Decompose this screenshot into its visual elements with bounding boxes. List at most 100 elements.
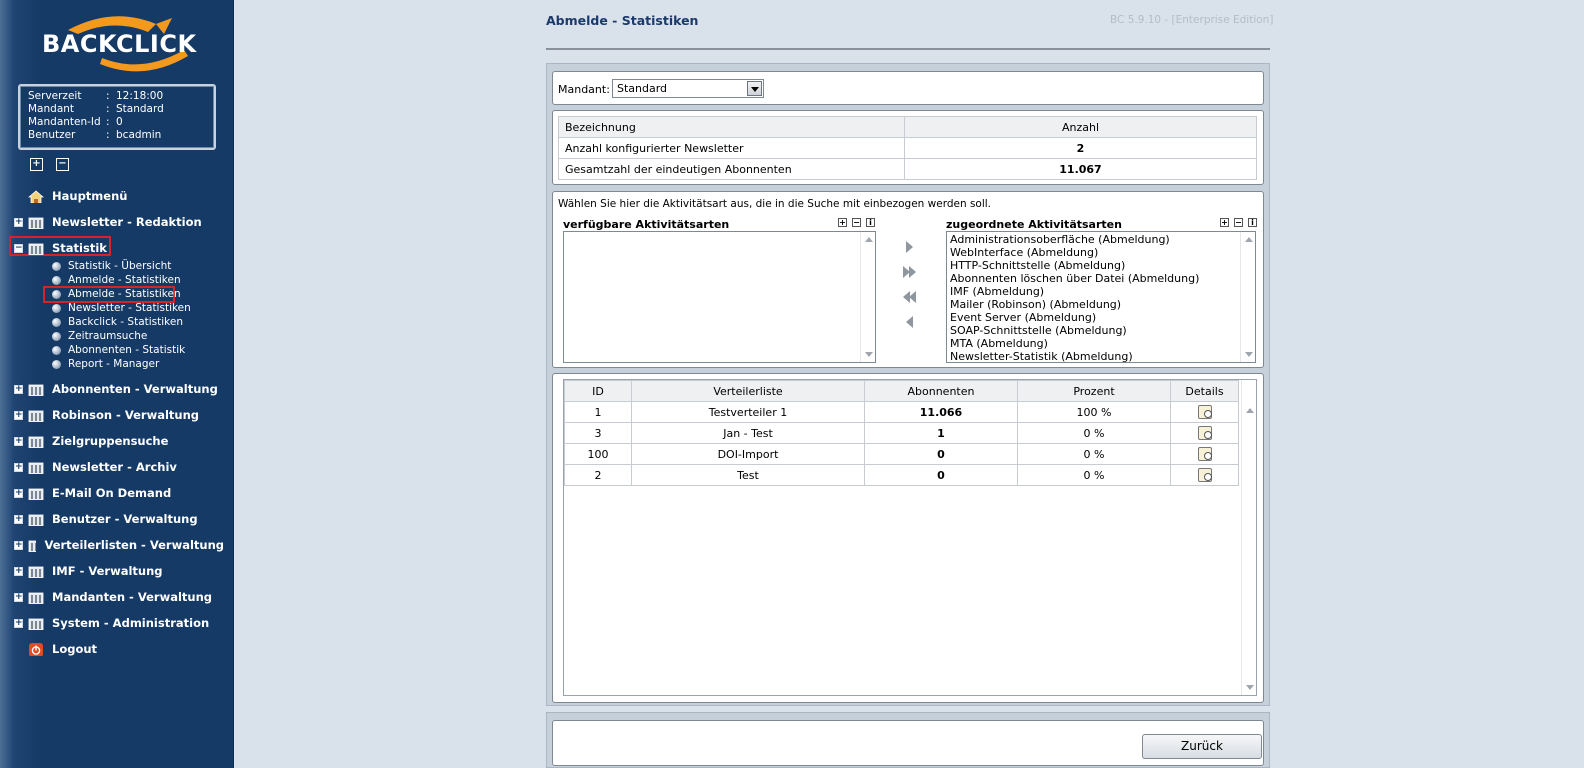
- col-prozent[interactable]: Prozent: [1017, 380, 1171, 402]
- assigned-activity-option[interactable]: Administrationsoberfläche (Abmeldung): [950, 233, 1252, 246]
- details-icon[interactable]: [1197, 447, 1212, 461]
- assigned-activity-option[interactable]: Newsletter-Statistik (Abmeldung): [950, 350, 1252, 363]
- assigned-activity-option[interactable]: WebInterface (Abmeldung): [950, 246, 1252, 259]
- nav-subitem[interactable]: Statistik - Übersicht: [52, 259, 171, 273]
- scrollbar[interactable]: [860, 232, 875, 362]
- details-icon[interactable]: [1197, 405, 1212, 419]
- info-value: bcadmin: [116, 129, 162, 141]
- nav-item[interactable]: + Abonnenten - Verwaltung: [14, 379, 224, 399]
- col-id[interactable]: ID: [564, 380, 632, 402]
- available-expand-icon[interactable]: +: [838, 218, 847, 227]
- expand-icon[interactable]: +: [14, 618, 23, 628]
- assigned-activity-option[interactable]: HTTP-Schnittstelle (Abmeldung): [950, 259, 1252, 272]
- nav-item[interactable]: + System - Administration: [14, 613, 224, 633]
- collapse-all-button[interactable]: −: [56, 158, 69, 171]
- bullet-icon: [52, 359, 61, 369]
- move-all-right-button[interactable]: [903, 266, 917, 280]
- table-row[interactable]: 100 DOI-Import 0 0 %: [564, 443, 1239, 465]
- scroll-down-icon[interactable]: [1246, 685, 1254, 690]
- nav-subitem[interactable]: Report - Manager: [52, 357, 159, 371]
- nav-item[interactable]: + IMF - Verwaltung: [14, 561, 224, 581]
- expand-icon[interactable]: +: [14, 410, 23, 420]
- table-row[interactable]: 3 Jan - Test 1 0 %: [564, 422, 1239, 444]
- nav-item[interactable]: + Verteilerlisten - Verwaltung: [14, 535, 224, 555]
- nav-item[interactable]: + Benutzer - Verwaltung: [14, 509, 224, 529]
- mandant-select[interactable]: Standard: [612, 79, 764, 98]
- nav-subitem[interactable]: Backclick - Statistiken: [52, 315, 183, 329]
- move-right-button[interactable]: [906, 241, 920, 255]
- collapse-icon[interactable]: −: [14, 243, 23, 253]
- assigned-activities-list[interactable]: Administrationsoberfläche (Abmeldung) Web…: [946, 231, 1256, 363]
- assigned-expand-icon[interactable]: +: [1220, 218, 1229, 227]
- scroll-up-icon[interactable]: [1246, 408, 1254, 413]
- details-icon[interactable]: [1197, 468, 1212, 482]
- scroll-up-icon[interactable]: [1245, 237, 1253, 242]
- col-details[interactable]: Details: [1170, 380, 1239, 402]
- assigned-activity-option[interactable]: Mailer (Robinson) (Abmeldung): [950, 298, 1252, 311]
- expand-icon[interactable]: +: [14, 540, 23, 550]
- cell-details[interactable]: [1170, 464, 1239, 486]
- lists-scrollbar[interactable]: [1241, 380, 1256, 695]
- expand-icon[interactable]: +: [14, 462, 23, 472]
- expand-all-button[interactable]: +: [30, 158, 43, 171]
- nav-item[interactable]: − Statistik: [14, 238, 224, 258]
- nav-item[interactable]: + Newsletter - Redaktion: [14, 212, 224, 232]
- bullet-icon: [52, 275, 61, 285]
- table-row[interactable]: 2 Test 0 0 %: [564, 464, 1239, 486]
- folder-icon: [28, 217, 44, 229]
- assigned-info-icon[interactable]: i: [1248, 218, 1257, 227]
- folder-icon: [28, 592, 44, 604]
- nav-subitem-label: Statistik - Übersicht: [68, 260, 172, 272]
- assigned-activity-option[interactable]: Event Server (Abmeldung): [950, 311, 1252, 324]
- expand-icon[interactable]: +: [14, 217, 23, 227]
- nav-subitem[interactable]: Abmelde - Statistiken: [52, 287, 181, 301]
- table-row[interactable]: 1 Testverteiler 1 11.066 100 %: [564, 401, 1239, 423]
- cell-details[interactable]: [1170, 443, 1239, 465]
- nav-subitem[interactable]: Zeitraumsuche: [52, 329, 147, 343]
- nav-item[interactable]: + Newsletter - Archiv: [14, 457, 224, 477]
- assigned-activity-option[interactable]: SOAP-Schnittstelle (Abmeldung): [950, 324, 1252, 337]
- expand-icon[interactable]: +: [14, 488, 23, 498]
- expand-icon[interactable]: +: [14, 592, 23, 602]
- scrollbar[interactable]: [1240, 232, 1255, 362]
- scroll-down-icon[interactable]: [1245, 352, 1253, 357]
- expand-icon[interactable]: +: [14, 514, 23, 524]
- move-all-left-button[interactable]: [903, 291, 917, 305]
- available-collapse-icon[interactable]: −: [852, 218, 861, 227]
- available-info-icon[interactable]: i: [866, 218, 875, 227]
- assigned-collapse-icon[interactable]: −: [1234, 218, 1243, 227]
- assigned-activity-option[interactable]: MTA (Abmeldung): [950, 337, 1252, 350]
- move-left-button[interactable]: [906, 316, 920, 330]
- nav-item[interactable]: + E-Mail On Demand: [14, 483, 224, 503]
- nav-subitem[interactable]: Anmelde - Statistiken: [52, 273, 181, 287]
- nav-item[interactable]: + Mandanten - Verwaltung: [14, 587, 224, 607]
- nav-subitem[interactable]: Abonnenten - Statistik: [52, 343, 185, 357]
- available-activities-list[interactable]: [563, 231, 876, 363]
- cell-details[interactable]: [1170, 401, 1239, 423]
- assigned-activity-option[interactable]: IMF (Abmeldung): [950, 285, 1252, 298]
- expand-icon[interactable]: +: [14, 566, 23, 576]
- col-abonnenten[interactable]: Abonnenten: [864, 380, 1018, 402]
- logout-button[interactable]: Logout: [14, 639, 224, 659]
- lists-table: ID Verteilerliste Abonnenten Prozent Det…: [564, 380, 1239, 486]
- nav-subitem[interactable]: Newsletter - Statistiken: [52, 301, 191, 315]
- assigned-activity-option[interactable]: Abonnenten löschen über Datei (Abmeldung…: [950, 272, 1252, 285]
- cell-verteilerliste: DOI-Import: [631, 443, 865, 465]
- cell-id: 3: [564, 422, 632, 444]
- nav-label: Benutzer - Verwaltung: [52, 512, 198, 526]
- expand-icon[interactable]: +: [14, 384, 23, 394]
- nav-item[interactable]: + Robinson - Verwaltung: [14, 405, 224, 425]
- back-button[interactable]: Zurück: [1142, 734, 1262, 759]
- col-verteilerliste[interactable]: Verteilerliste: [631, 380, 865, 402]
- chevron-down-icon[interactable]: [747, 81, 762, 96]
- expand-icon[interactable]: +: [14, 436, 23, 446]
- details-icon[interactable]: [1197, 426, 1212, 440]
- nav-item[interactable]: + Zielgruppensuche: [14, 431, 224, 451]
- scroll-up-icon[interactable]: [865, 237, 873, 242]
- info-separator: :: [106, 129, 110, 141]
- nav-subitem-label: Abmelde - Statistiken: [68, 288, 181, 300]
- nav-item-hauptmenu[interactable]: Hauptmenü: [14, 186, 224, 206]
- cell-details[interactable]: [1170, 422, 1239, 444]
- scroll-down-icon[interactable]: [865, 352, 873, 357]
- nav-label: Statistik: [52, 241, 107, 255]
